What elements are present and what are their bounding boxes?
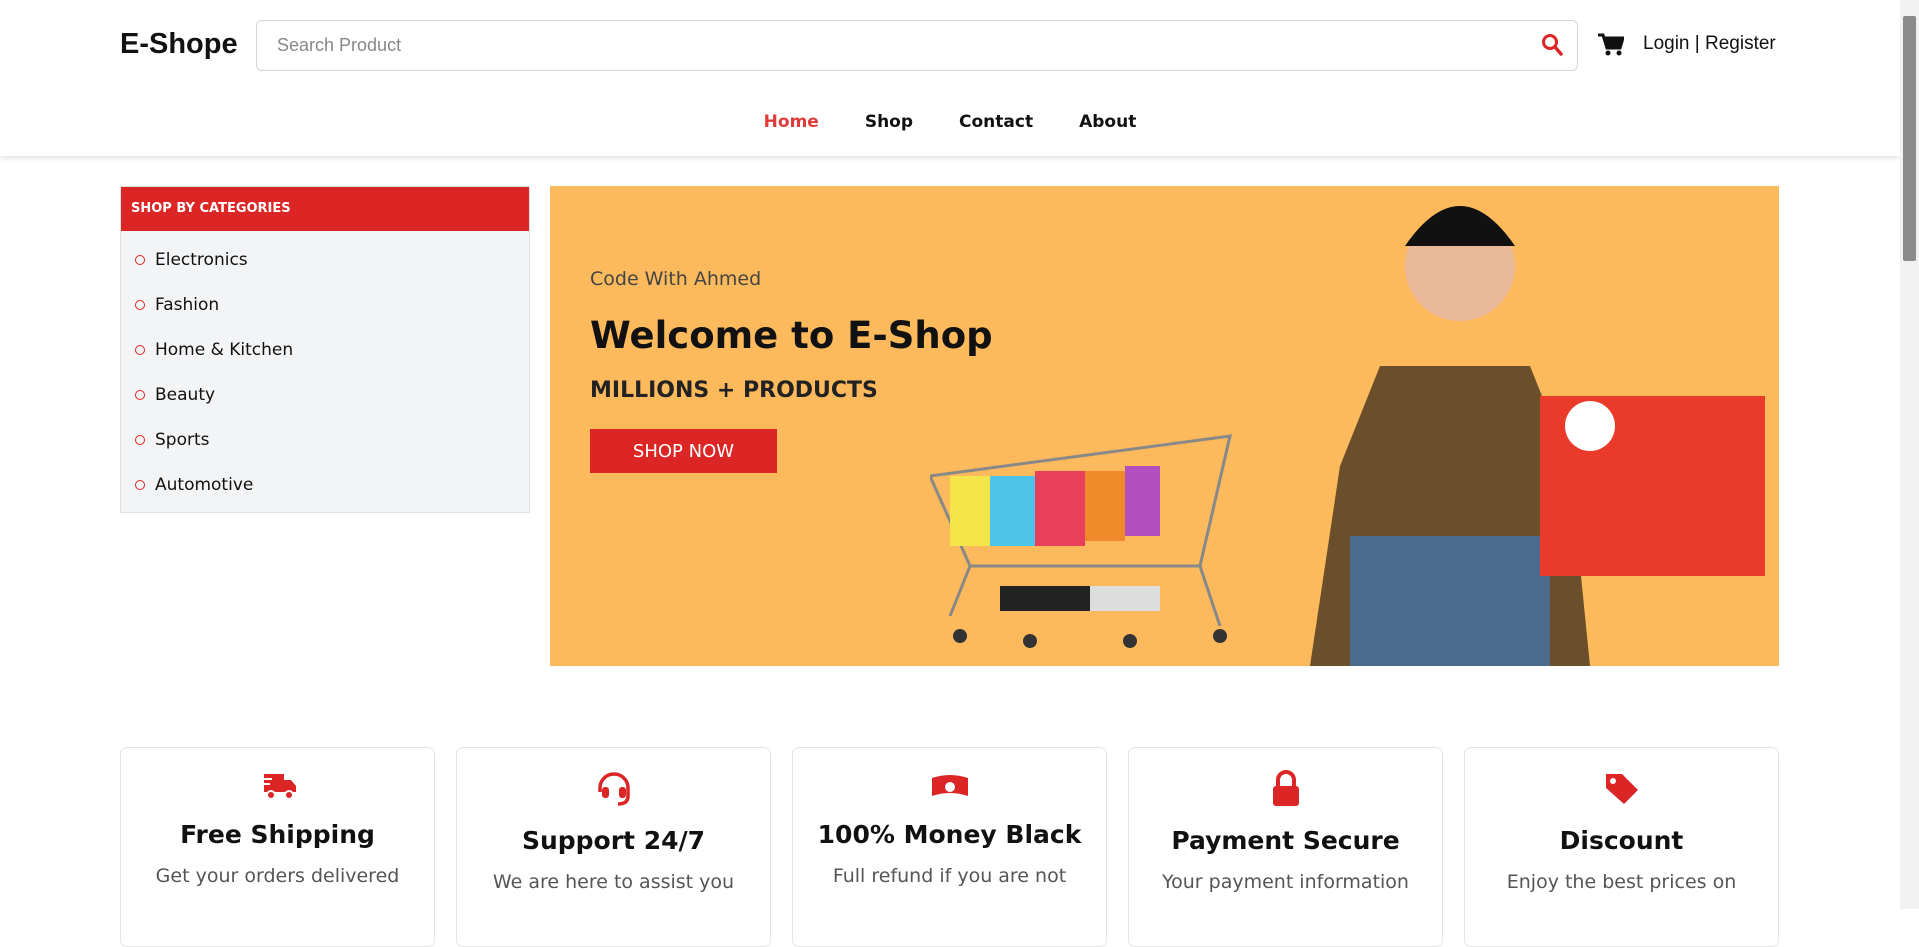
feature-text: Full refund if you are not (832, 865, 1067, 887)
register-link[interactable]: Register (1705, 33, 1776, 54)
feature-title: Support 24/7 (521, 826, 706, 855)
feature-title: 100% Money Black (817, 820, 1082, 849)
feature-title: Discount (1559, 826, 1684, 855)
category-beauty[interactable]: Beauty (135, 372, 529, 417)
category-sports[interactable]: Sports (135, 417, 529, 462)
cart-icon[interactable] (1598, 33, 1626, 61)
separator: | (1689, 33, 1705, 54)
circle-icon (135, 344, 145, 355)
main-nav: Home Shop Contact About (0, 112, 1900, 132)
category-label: Electronics (155, 249, 248, 270)
category-label: Automotive (155, 474, 254, 495)
login-link[interactable]: Login (1643, 33, 1690, 54)
feature-text: Get your orders delivered (155, 865, 400, 887)
category-home-kitchen[interactable]: Home & Kitchen (135, 327, 529, 372)
hero-banner: Code With Ahmed Welcome to E-Shop MILLIO… (550, 186, 1779, 666)
circle-icon (135, 299, 145, 310)
circle-icon (135, 434, 145, 445)
category-label: Sports (155, 429, 210, 450)
tag-icon (1605, 774, 1638, 804)
feature-text: Your payment information (1162, 871, 1409, 893)
header: E-Shope Login | Register Home Shop Contact… (0, 0, 1900, 156)
feature-card: Payment Secure Your payment information (1128, 747, 1443, 947)
banner-image (930, 206, 1765, 666)
feature-card: Discount Enjoy the best prices on (1464, 747, 1779, 947)
nav-home[interactable]: Home (764, 112, 819, 132)
feature-card: Free Shipping Get your orders delivered (120, 747, 435, 947)
category-label: Home & Kitchen (155, 339, 294, 360)
scrollbar[interactable] (1900, 0, 1919, 909)
circle-icon (135, 479, 145, 490)
feature-title: Payment Secure (1171, 826, 1400, 855)
search-bar (256, 20, 1578, 71)
category-label: Fashion (155, 294, 220, 315)
headset-icon (597, 772, 630, 806)
money-icon (931, 775, 968, 796)
banner-tagline: MILLIONS + PRODUCTS (590, 378, 878, 403)
auth-links: Login | Register (1643, 33, 1776, 55)
feature-card: 100% Money Black Full refund if you are n… (792, 747, 1107, 947)
scrollbar-thumb[interactable] (1903, 16, 1916, 261)
features-row: Free Shipping Get your orders delivered S… (120, 747, 1779, 947)
nav-shop[interactable]: Shop (865, 112, 913, 132)
feature-card: Support 24/7 We are here to assist you (456, 747, 771, 947)
feature-text: We are here to assist you (492, 871, 735, 893)
category-label: Beauty (155, 384, 216, 405)
circle-icon (135, 389, 145, 400)
banner-subtitle: Code With Ahmed (590, 268, 762, 290)
sidebar-title: SHOP BY CATEGORIES (121, 187, 529, 231)
category-fashion[interactable]: Fashion (135, 282, 529, 327)
nav-contact[interactable]: Contact (959, 112, 1033, 132)
search-input[interactable] (257, 21, 1577, 70)
category-electronics[interactable]: Electronics (135, 237, 529, 282)
lock-icon (1272, 770, 1299, 806)
truck-icon (259, 774, 296, 800)
categories-sidebar: SHOP BY CATEGORIES Electronics Fashion H… (120, 186, 530, 513)
nav-about[interactable]: About (1079, 112, 1136, 132)
search-icon[interactable] (1541, 33, 1563, 61)
circle-icon (135, 254, 145, 265)
category-automotive[interactable]: Automotive (135, 462, 529, 507)
feature-title: Free Shipping (180, 820, 375, 849)
shop-now-button[interactable]: SHOP NOW (590, 429, 777, 473)
feature-text: Enjoy the best prices on (1506, 871, 1737, 893)
logo[interactable]: E-Shope (120, 28, 238, 61)
